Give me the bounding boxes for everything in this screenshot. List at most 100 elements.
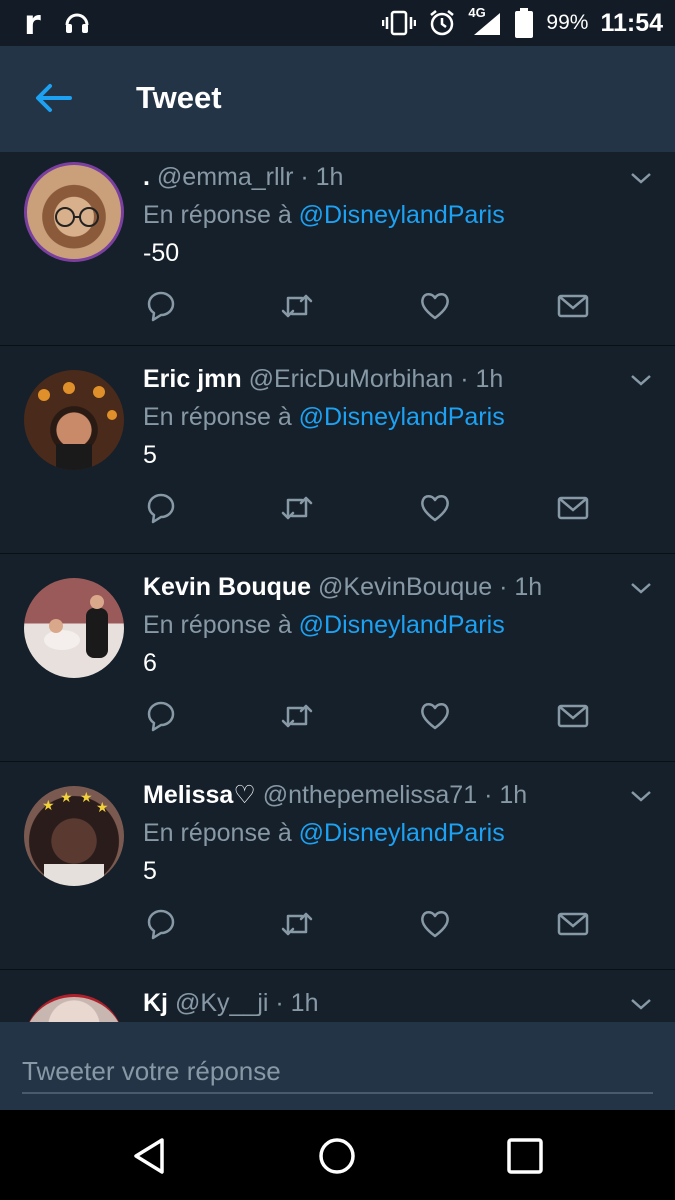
reply-input[interactable] xyxy=(22,1050,653,1094)
mention-link[interactable]: @DisneylandParis xyxy=(299,201,505,229)
author-name[interactable]: Kevin Bouque xyxy=(143,573,311,601)
reply-composer xyxy=(0,1022,675,1110)
reply-tweet[interactable]: ★ ★ ★ ★ Melissa♡ @nthepemelissa71 · 1h E… xyxy=(0,762,675,970)
tweet-body: Melissa♡ @nthepemelissa71 · 1h En répons… xyxy=(143,778,635,888)
reply-tweet[interactable]: . @emma_rllr · 1h En réponse à @Disneyla… xyxy=(0,152,675,346)
reply-context: En réponse à @DisneylandParis xyxy=(143,194,635,236)
svg-text:★: ★ xyxy=(60,789,73,805)
tweet-header: Melissa♡ @nthepemelissa71 · 1h xyxy=(143,778,635,812)
svg-text:★: ★ xyxy=(80,789,93,805)
reply-context: En réponse à @DisneylandParis xyxy=(143,812,635,854)
separator-dot: · xyxy=(300,163,316,191)
tweet-header: Eric jmn @EricDuMorbihan · 1h xyxy=(143,362,635,396)
battery-percent: 99% xyxy=(546,11,589,34)
tweet-text: 5 xyxy=(143,441,157,469)
reddit-logo-icon: r xyxy=(24,3,41,43)
back-arrow-icon[interactable] xyxy=(34,82,72,114)
retweet-icon[interactable] xyxy=(279,490,315,526)
tweet-time: 1h xyxy=(475,365,504,393)
mention-link[interactable]: @DisneylandParis xyxy=(299,403,505,431)
author-handle[interactable]: @nthepemelissa71 xyxy=(263,781,477,809)
battery-icon xyxy=(515,8,534,38)
tweet-time: 1h xyxy=(315,163,344,191)
reply-prefix: En réponse à xyxy=(143,403,292,431)
chevron-down-icon[interactable] xyxy=(629,576,653,600)
chevron-down-icon[interactable] xyxy=(629,992,653,1016)
separator-dot: · xyxy=(460,365,476,393)
tweet-time: 1h xyxy=(290,989,319,1017)
avatar-couple-icon xyxy=(44,595,108,658)
avatar[interactable] xyxy=(24,994,124,1022)
alarm-icon xyxy=(430,10,455,36)
reply-icon[interactable] xyxy=(143,698,179,734)
tweet-text: 6 xyxy=(143,649,157,677)
direct-message-icon[interactable] xyxy=(555,288,591,324)
like-icon[interactable] xyxy=(417,698,453,734)
tweet-time: 1h xyxy=(514,573,543,601)
tweet-actions xyxy=(143,288,603,328)
tweet-body: . @emma_rllr · 1h En réponse à @Disneyla… xyxy=(143,160,635,270)
avatar[interactable] xyxy=(24,162,124,262)
separator-dot: · xyxy=(499,573,515,601)
nav-home-icon[interactable] xyxy=(317,1136,357,1176)
avatar[interactable] xyxy=(24,578,124,678)
vibrate-icon xyxy=(382,10,417,36)
direct-message-icon[interactable] xyxy=(555,490,591,526)
tweet-time: 1h xyxy=(499,781,528,809)
author-handle[interactable]: @EricDuMorbihan xyxy=(249,365,454,393)
chevron-down-icon[interactable] xyxy=(629,784,653,808)
direct-message-icon[interactable] xyxy=(555,906,591,942)
replies-feed[interactable]: . @emma_rllr · 1h En réponse à @Disneyla… xyxy=(0,152,675,1022)
mention-link[interactable]: @DisneylandParis xyxy=(299,819,505,847)
reply-prefix: En réponse à xyxy=(143,611,292,639)
author-handle[interactable]: @Ky__ji xyxy=(175,989,268,1017)
chevron-down-icon[interactable] xyxy=(629,166,653,190)
tweet-header: . @emma_rllr · 1h xyxy=(143,160,635,194)
clock: 11:54 xyxy=(600,8,663,37)
retweet-icon[interactable] xyxy=(279,906,315,942)
app-header: Tweet xyxy=(0,46,675,152)
reply-icon[interactable] xyxy=(143,906,179,942)
like-icon[interactable] xyxy=(417,490,453,526)
author-handle[interactable]: @KevinBouque xyxy=(318,573,492,601)
svg-text:★: ★ xyxy=(42,797,55,813)
tweet-body: Eric jmn @EricDuMorbihan · 1h En réponse… xyxy=(143,362,635,472)
reply-icon[interactable] xyxy=(143,288,179,324)
mention-link[interactable]: @DisneylandParis xyxy=(299,611,505,639)
reply-prefix: En réponse à xyxy=(143,201,292,229)
retweet-icon[interactable] xyxy=(279,288,315,324)
like-icon[interactable] xyxy=(417,906,453,942)
page-title: Tweet xyxy=(136,80,222,115)
retweet-icon[interactable] xyxy=(279,698,315,734)
tweet-text: 5 xyxy=(143,857,157,885)
author-handle[interactable]: @emma_rllr xyxy=(157,163,294,191)
author-name[interactable]: . xyxy=(143,163,150,191)
avatar[interactable] xyxy=(24,370,124,470)
tweet-actions xyxy=(143,490,603,530)
nav-back-icon[interactable] xyxy=(130,1136,170,1176)
reply-icon[interactable] xyxy=(143,490,179,526)
tweet-actions xyxy=(143,698,603,738)
reply-tweet[interactable]: Kj @Ky__ji · 1h xyxy=(0,970,675,1022)
avatar-lights-icon xyxy=(38,382,117,470)
reply-tweet[interactable]: Kevin Bouque @KevinBouque · 1h En répons… xyxy=(0,554,675,762)
tweet-body: Kj @Ky__ji · 1h xyxy=(143,986,635,1020)
reply-tweet[interactable]: Eric jmn @EricDuMorbihan · 1h En réponse… xyxy=(0,346,675,554)
nav-recents-icon[interactable] xyxy=(505,1136,545,1176)
author-name[interactable]: Eric jmn xyxy=(143,365,242,393)
like-icon[interactable] xyxy=(417,288,453,324)
tweet-actions xyxy=(143,906,603,946)
tweet-header: Kevin Bouque @KevinBouque · 1h xyxy=(143,570,635,604)
direct-message-icon[interactable] xyxy=(555,698,591,734)
separator-dot: · xyxy=(484,781,500,809)
avatar-glasses-icon xyxy=(55,207,99,227)
tweet-body: Kevin Bouque @KevinBouque · 1h En répons… xyxy=(143,570,635,680)
author-name[interactable]: Melissa♡ xyxy=(143,781,256,809)
reply-context: En réponse à @DisneylandParis xyxy=(143,396,635,438)
author-name[interactable]: Kj xyxy=(143,989,168,1017)
status-bar: r 4G 99% 11:54 xyxy=(0,0,675,46)
chevron-down-icon[interactable] xyxy=(629,368,653,392)
svg-text:★: ★ xyxy=(96,799,109,815)
avatar-stars-icon: ★ ★ ★ ★ xyxy=(42,789,109,886)
avatar[interactable]: ★ ★ ★ ★ xyxy=(24,786,124,886)
